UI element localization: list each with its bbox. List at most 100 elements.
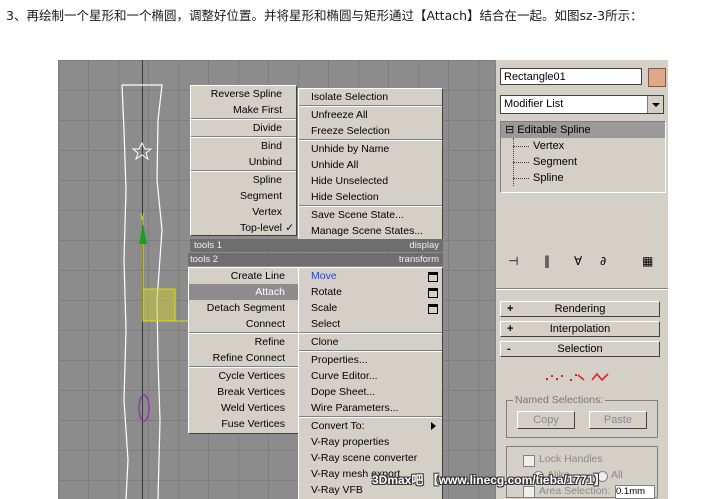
quad-left-top: Reverse Spline Make First Divide Bind Un… — [190, 85, 297, 236]
menu-item-vray-scene-converter[interactable]: V-Ray scene converter — [299, 450, 442, 466]
star-shape — [131, 141, 153, 161]
rollout-interpolation[interactable]: + Interpolation — [500, 321, 660, 337]
menu-item-scale[interactable]: Scale — [299, 300, 442, 316]
rollout-rendering[interactable]: + Rendering — [500, 301, 660, 317]
menu-item-curve-editor[interactable]: Curve Editor... — [299, 368, 442, 384]
menu-item-unhide-all[interactable]: Unhide All — [299, 157, 442, 173]
menu-item-fuse-vertices[interactable]: Fuse Vertices — [189, 416, 299, 432]
menu-item-move-label: Move — [311, 270, 337, 282]
modifier-list-dropdown[interactable]: Modifier List — [500, 95, 664, 114]
checkmark-icon: ✓ — [285, 222, 294, 234]
submenu-arrow-icon — [431, 422, 436, 430]
menu-item-bind[interactable]: Bind — [191, 138, 296, 154]
rectangle-spline-left — [121, 84, 129, 499]
menu-item-unbind[interactable]: Unbind — [191, 154, 296, 170]
menu-item-hide-selection[interactable]: Hide Selection — [299, 189, 442, 205]
stack-item-segment[interactable]: Segment — [501, 154, 665, 170]
title-tools1: tools 1 — [190, 239, 298, 252]
watermark-text: 3Dmax吧 【www.linecg.com/tieba/1771】 — [372, 473, 606, 487]
copy-button[interactable]: Copy — [517, 411, 575, 429]
menu-item-vertex[interactable]: Vertex — [191, 204, 296, 220]
menu-item-make-first[interactable]: Make First — [191, 102, 296, 118]
collapse-icon[interactable]: ⊟ — [505, 124, 514, 136]
collapse-icon: - — [507, 343, 511, 355]
menu-item-spline[interactable]: Spline — [191, 172, 296, 188]
settings-box-icon[interactable] — [428, 288, 438, 298]
stack-toolbar: ⊣ ‖ ∀ ∂ ▦ — [500, 252, 664, 272]
subobject-level-icons — [546, 372, 609, 382]
menu-item-cycle-vertices[interactable]: Cycle Vertices — [189, 368, 299, 384]
menu-item-top-level-label: Top-level — [239, 222, 282, 234]
menu-item-unfreeze-all[interactable]: Unfreeze All — [299, 107, 442, 123]
configure-sets-icon[interactable]: ▦ — [642, 254, 653, 268]
rollout-label: Interpolation — [549, 323, 611, 335]
menu-item-refine-connect[interactable]: Refine Connect — [189, 350, 299, 366]
quad-left-bottom: Create Line Attach Detach Segment Connec… — [188, 267, 300, 434]
ellipse-shape — [138, 394, 150, 422]
menu-item-weld-vertices[interactable]: Weld Vertices — [189, 400, 299, 416]
remove-modifier-icon[interactable]: ∂ — [600, 254, 606, 268]
menu-item-create-line[interactable]: Create Line — [189, 268, 299, 284]
lock-handles-label: Lock Handles — [539, 453, 603, 465]
title-tools2: tools 2 — [188, 253, 298, 266]
rollout-label: Selection — [557, 343, 603, 355]
settings-box-icon[interactable] — [428, 304, 438, 314]
menu-item-segment[interactable]: Segment — [191, 188, 296, 204]
stack-item-spline[interactable]: Spline — [501, 170, 665, 186]
title-display: display — [298, 239, 443, 252]
menu-item-scale-label: Scale — [311, 302, 338, 314]
menu-item-clone[interactable]: Clone — [299, 334, 442, 350]
menu-item-properties[interactable]: Properties... — [299, 352, 442, 368]
menu-item-dope-sheet[interactable]: Dope Sheet... — [299, 384, 442, 400]
max-screenshot: y Reverse Spline Make First Divide Bind … — [58, 60, 668, 499]
show-end-result-icon[interactable]: ‖ — [544, 254, 550, 268]
area-selection-spinner[interactable]: 0.1mm — [615, 485, 655, 499]
paste-button[interactable]: Paste — [589, 411, 647, 429]
chevron-down-icon[interactable] — [647, 96, 663, 113]
settings-box-icon[interactable] — [428, 272, 438, 282]
title-transform: transform — [298, 253, 443, 266]
modifier-list-label: Modifier List — [504, 98, 564, 110]
menu-item-divide[interactable]: Divide — [191, 120, 296, 136]
menu-item-rotate-label: Rotate — [311, 286, 342, 298]
gizmo-plane — [142, 288, 176, 322]
gizmo-y-arrow — [139, 224, 147, 244]
pin-stack-icon[interactable]: ⊣ — [508, 254, 518, 268]
menu-item-refine[interactable]: Refine — [189, 334, 299, 350]
object-color-swatch[interactable] — [648, 68, 666, 87]
segment-level-icon — [570, 374, 585, 381]
menu-item-isolate-selection[interactable]: Isolate Selection — [299, 89, 442, 105]
expand-icon: + — [507, 303, 514, 315]
menu-item-hide-unselected[interactable]: Hide Unselected — [299, 173, 442, 189]
menu-item-manage-scene-states[interactable]: Manage Scene States... — [299, 223, 442, 239]
object-name-field[interactable]: Rectangle01 — [500, 68, 642, 85]
menu-item-detach-segment[interactable]: Detach Segment — [189, 300, 299, 316]
gizmo-y-label: y — [140, 210, 145, 220]
vertex-level-icon — [546, 375, 563, 380]
menu-item-top-level[interactable]: Top-level ✓ — [191, 220, 296, 236]
quad-right-bottom: Move Rotate Scale Select Clone Propertie… — [298, 267, 443, 499]
menu-item-move[interactable]: Move — [299, 268, 442, 284]
menu-item-freeze-selection[interactable]: Freeze Selection — [299, 123, 442, 139]
menu-item-break-vertices[interactable]: Break Vertices — [189, 384, 299, 400]
menu-item-attach[interactable]: Attach — [189, 284, 299, 300]
expand-icon: + — [507, 323, 514, 335]
make-unique-icon[interactable]: ∀ — [574, 254, 582, 268]
menu-item-convert-to[interactable]: Convert To: — [299, 418, 442, 434]
menu-item-reverse-spline[interactable]: Reverse Spline — [191, 86, 296, 102]
menu-item-wire-parameters[interactable]: Wire Parameters... — [299, 400, 442, 416]
stack-item-editable-spline[interactable]: ⊟ Editable Spline — [501, 122, 665, 138]
menu-item-connect[interactable]: Connect — [189, 316, 299, 332]
named-selections-label: Named Selections: — [513, 394, 606, 406]
lock-handles-checkbox[interactable] — [523, 455, 535, 467]
instruction-text: 3、再绘制一个星形和一个椭圆，调整好位置。并将星形和椭圆与矩形通过【Attach… — [6, 8, 643, 23]
modifier-stack: ⊟ Editable Spline Vertex Segment Spline — [500, 121, 666, 193]
menu-item-save-scene-state[interactable]: Save Scene State... — [299, 207, 442, 223]
menu-item-rotate[interactable]: Rotate — [299, 284, 442, 300]
rollout-selection[interactable]: - Selection — [500, 341, 660, 357]
command-panel: Rectangle01 Modifier List ⊟ Editable Spl… — [495, 60, 668, 499]
menu-item-select[interactable]: Select — [299, 316, 442, 332]
menu-item-unhide-by-name[interactable]: Unhide by Name — [299, 141, 442, 157]
stack-item-vertex[interactable]: Vertex — [501, 138, 665, 154]
menu-item-vray-properties[interactable]: V-Ray properties — [299, 434, 442, 450]
